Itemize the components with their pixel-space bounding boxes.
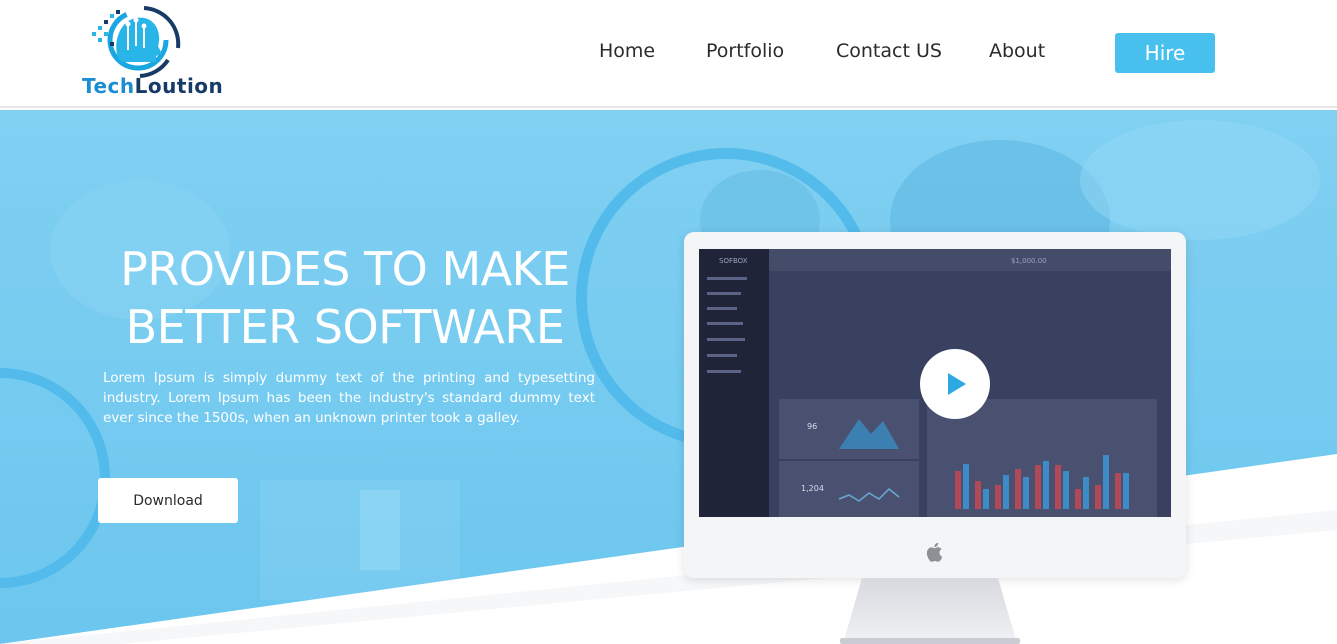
dashboard-balance: $1,000.00 [1011, 257, 1047, 265]
dashboard-brand: SOFBOX [719, 257, 748, 265]
apple-logo-icon [926, 542, 943, 562]
dashboard-stat-1: 96 [807, 422, 817, 431]
download-button[interactable]: Download [98, 478, 238, 523]
brand-name-part1: Tech [82, 74, 135, 98]
nav-portfolio[interactable]: Portfolio [706, 40, 784, 62]
brand-name-part2: Loution [134, 74, 224, 98]
brand-name[interactable]: TechLoution [82, 74, 223, 98]
hero-headline-line2: BETTER SOFTWARE [125, 300, 565, 354]
nav-contact-us[interactable]: Contact US [836, 40, 942, 62]
play-icon [948, 373, 966, 395]
dashboard-screenshot: SOFBOX $1,000.00 96 1,204 [699, 249, 1171, 517]
play-video-button[interactable] [920, 349, 990, 419]
hero-description: Lorem Ipsum is simply dummy text of the … [103, 370, 595, 426]
hero-section: PROVIDES TO MAKE BETTER SOFTWARE Lorem I… [0, 110, 1337, 644]
hero-headline: PROVIDES TO MAKE BETTER SOFTWARE [90, 240, 600, 356]
nav-home[interactable]: Home [599, 40, 655, 62]
site-header: TechLoution Home Portfolio Contact US Ab… [0, 0, 1337, 108]
monitor-stand [840, 578, 1020, 644]
hire-button[interactable]: Hire [1115, 33, 1215, 73]
dashboard-stat-2: 1,204 [801, 484, 824, 493]
nav-about[interactable]: About [989, 40, 1045, 62]
monitor-mockup: SOFBOX $1,000.00 96 1,204 [684, 232, 1186, 578]
hero-headline-line1: PROVIDES TO MAKE [120, 242, 570, 296]
